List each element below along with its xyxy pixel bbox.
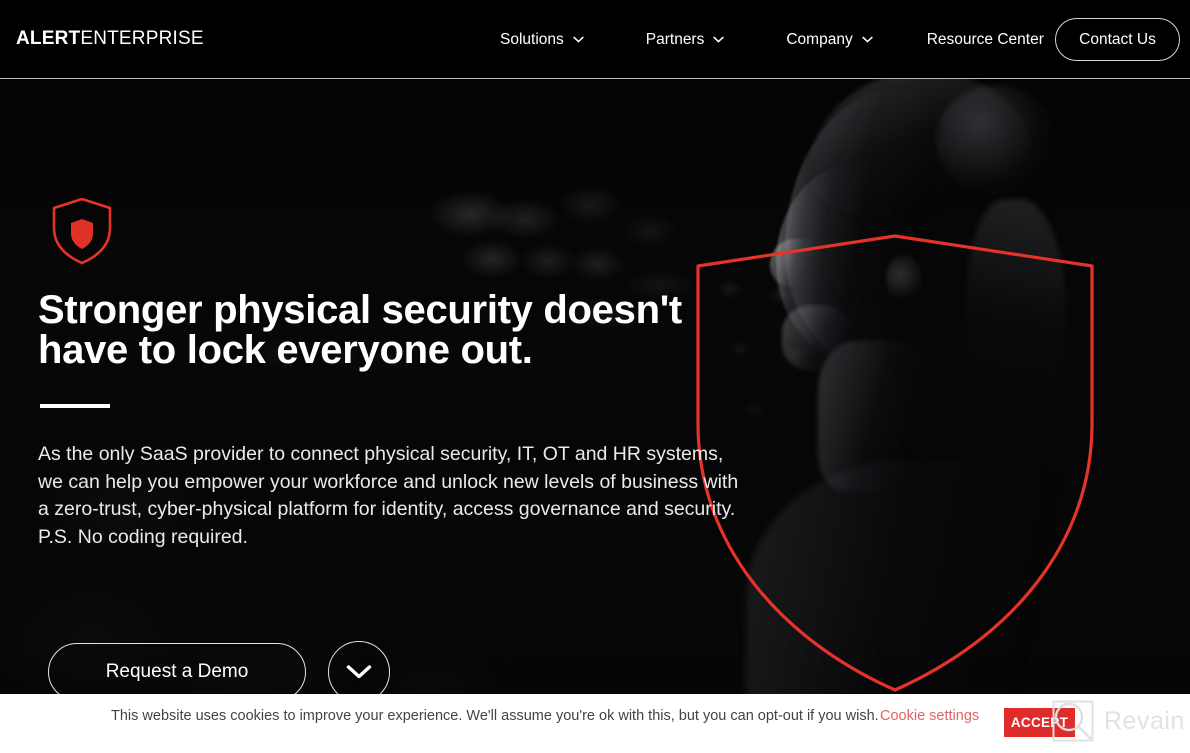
site-header: ALERTENTERPRISE Solutions Partners Compa… — [0, 0, 1190, 79]
logo-text-enterprise: ENTERPRISE — [80, 28, 204, 49]
hero-description: As the only SaaS provider to connect phy… — [38, 443, 739, 548]
request-a-demo-button[interactable]: Request a Demo — [48, 643, 306, 701]
title-divider — [40, 404, 110, 408]
nav-item-resource-center[interactable]: Resource Center — [927, 31, 1044, 49]
shield-icon — [52, 197, 112, 265]
chevron-down-icon — [346, 665, 372, 679]
site-logo[interactable]: ALERTENTERPRISE — [16, 29, 204, 48]
cookie-accept-button[interactable]: ACCEPT — [1004, 708, 1075, 737]
cookie-message: This website uses cookies to improve you… — [111, 708, 879, 724]
cookie-settings-link[interactable]: Cookie settings — [880, 708, 979, 724]
page-title: Stronger physical security doesn't have … — [38, 288, 682, 372]
primary-navigation: Solutions Partners Company Resource Cent… — [500, 0, 1044, 79]
chevron-down-icon — [573, 36, 584, 43]
contact-us-button[interactable]: Contact Us — [1055, 18, 1180, 61]
nav-label-partners: Partners — [645, 30, 705, 48]
nav-item-solutions[interactable]: Solutions — [500, 31, 584, 49]
nav-label-resource-center: Resource Center — [926, 30, 1044, 48]
chevron-down-icon — [713, 36, 725, 43]
portrait-hair-bun — [936, 85, 1056, 195]
nav-label-company: Company — [786, 30, 853, 48]
hero-section: Stronger physical security doesn't have … — [0, 79, 1190, 753]
nav-item-partners[interactable]: Partners — [646, 31, 725, 49]
chevron-down-icon — [862, 36, 873, 43]
logo-text-alert: ALERT — [16, 28, 81, 49]
nav-item-company[interactable]: Company — [786, 30, 873, 49]
nav-label-solutions: Solutions — [500, 30, 564, 48]
